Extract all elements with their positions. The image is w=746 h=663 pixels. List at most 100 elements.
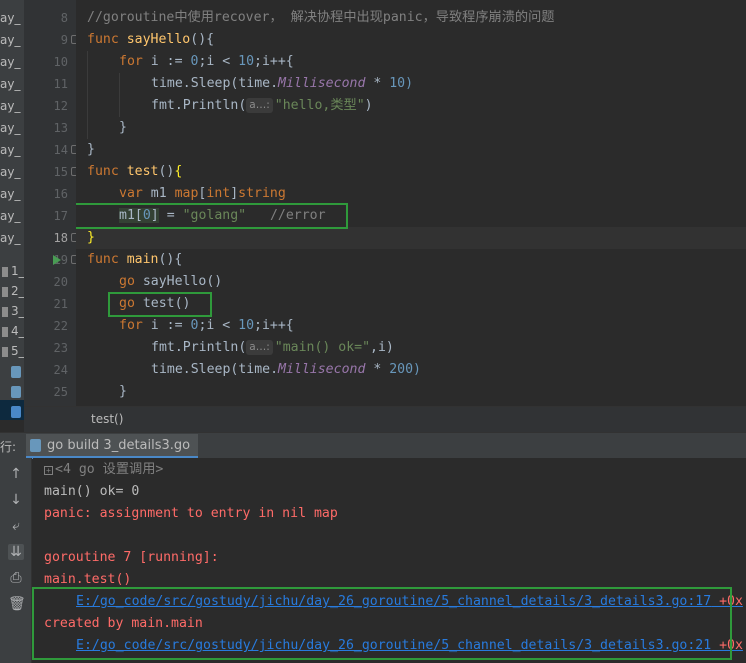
tree-item[interactable]: 5_ <box>0 340 24 362</box>
highlight-box-go-test <box>108 292 212 317</box>
console-line: main() ok= 0 <box>44 484 140 499</box>
code-line-14: } <box>87 142 95 157</box>
code-editor[interactable]: //goroutine中使用recover， 解决协程中出现panic，导致程序… <box>76 0 746 406</box>
go-file-icon <box>11 385 21 398</box>
tree-item[interactable]: 2_ <box>0 280 24 302</box>
tree-item-label: ay_ <box>0 165 21 179</box>
tree-item-label: ay_ <box>0 187 21 201</box>
run-gutter-icon[interactable] <box>53 255 61 265</box>
tree-item[interactable]: ay_ <box>0 51 24 73</box>
line-number: 20 <box>53 275 68 289</box>
line-number: 17 <box>53 209 68 223</box>
indent-guide <box>119 73 120 117</box>
tree-item[interactable]: ay_ <box>0 161 24 183</box>
tree-item-label: ay_ <box>0 99 21 113</box>
run-tab[interactable]: go build 3_details3.go <box>26 434 199 459</box>
code-line-11: time.Sleep(time.Millisecond * 10) <box>151 76 414 91</box>
trash-icon[interactable]: 🗑 <box>8 596 26 612</box>
code-line-16: var m1 map[int]string <box>119 186 286 201</box>
arrow-down-icon[interactable]: ↓ <box>8 492 24 508</box>
tree-item-label: 5_ <box>11 344 24 358</box>
code-line-18: } <box>87 230 95 245</box>
code-line-19: func main(){ <box>87 252 183 267</box>
tree-item[interactable]: ay_ <box>0 183 24 205</box>
tree-item[interactable]: ay_ <box>0 117 24 139</box>
line-number: 16 <box>53 187 68 201</box>
tree-item[interactable]: ay_ <box>0 7 24 29</box>
folded-label: <4 go 设置调用> <box>55 462 164 477</box>
tree-file-item[interactable] <box>0 360 24 382</box>
line-number: 14 <box>53 143 68 157</box>
tree-file-item[interactable] <box>0 380 24 402</box>
package-icon <box>2 306 8 317</box>
parameter-hint: a…: <box>246 340 273 355</box>
console-line: goroutine 7 [running]: <box>44 550 219 565</box>
package-icon <box>2 326 8 337</box>
scroll-to-end-icon[interactable]: ⇊ <box>8 544 24 560</box>
tree-item[interactable]: ay_ <box>0 73 24 95</box>
package-icon <box>2 266 8 277</box>
package-icon <box>2 286 8 297</box>
code-line-23: fmt.Println(a…: "main() ok=",i) <box>151 340 394 355</box>
go-file-icon <box>11 405 21 418</box>
tree-item-label: 4_ <box>11 324 24 338</box>
arrow-up-icon[interactable]: ↑ <box>8 466 24 482</box>
line-number: 11 <box>53 77 68 91</box>
line-number: 10 <box>53 55 68 69</box>
project-tree[interactable]: ay_ ay_ ay_ ay_ ay_ ay_ ay_ ay_ ay_ ay_ … <box>0 0 24 420</box>
run-panel-label: 行: <box>0 440 17 454</box>
tree-item-label: 3_ <box>11 304 24 318</box>
expand-icon[interactable]: + <box>44 466 53 475</box>
line-number: 8 <box>60 11 68 25</box>
go-file-icon <box>11 365 21 378</box>
tree-item[interactable]: 1_ <box>0 260 24 282</box>
line-number: 21 <box>53 297 68 311</box>
code-line-22: for i := 0;i < 10;i++{ <box>119 318 294 333</box>
code-line-12: fmt.Println(a…: "hello,类型") <box>151 98 373 113</box>
print-icon[interactable]: ⎙ <box>8 570 24 586</box>
tree-file-item-selected[interactable] <box>0 400 24 420</box>
breadcrumb[interactable]: test() <box>24 406 746 432</box>
tree-item-label: ay_ <box>0 231 21 245</box>
run-tab-title: go build 3_details3.go <box>47 437 191 453</box>
line-number: 13 <box>53 121 68 135</box>
current-line-highlight <box>76 227 746 249</box>
tree-item[interactable]: ay_ <box>0 205 24 227</box>
line-number: 23 <box>53 341 68 355</box>
tree-item-label: 1_ <box>11 264 24 278</box>
tree-item-label: ay_ <box>0 55 21 69</box>
tree-item-label: ay_ <box>0 121 21 135</box>
run-panel-header: 行: go build 3_details3.go <box>0 432 746 459</box>
parameter-hint: a…: <box>246 98 273 113</box>
folded-lines[interactable]: + <4 go 设置调用> <box>44 459 163 481</box>
code-line-15: func test(){ <box>87 164 183 179</box>
code-line-10: for i := 0;i < 10;i++{ <box>119 54 294 69</box>
tree-item[interactable]: 3_ <box>0 300 24 322</box>
tree-item[interactable]: ay_ <box>0 95 24 117</box>
line-number: 25 <box>53 385 68 399</box>
tree-item-label: ay_ <box>0 209 21 223</box>
code-line-13: } <box>119 120 127 135</box>
line-number: 22 <box>53 319 68 333</box>
code-line-8: //goroutine中使用recover， 解决协程中出现panic，导致程序… <box>87 10 555 25</box>
code-line-9: func sayHello(){ <box>87 32 215 47</box>
tree-item-label: ay_ <box>0 77 21 91</box>
tree-item[interactable]: ay_ <box>0 29 24 51</box>
tree-item-label: ay_ <box>0 33 21 47</box>
tree-item[interactable]: 4_ <box>0 320 24 342</box>
tree-item[interactable]: ay_ <box>0 139 24 161</box>
code-line-24: time.Sleep(time.Millisecond * 200) <box>151 362 421 377</box>
package-icon <box>2 346 8 357</box>
line-number: 24 <box>53 363 68 377</box>
run-side-toolbar: ↑ ↓ ⤶ ⇊ ⎙ 🗑 <box>0 458 32 663</box>
indent-guide <box>87 51 88 139</box>
breadcrumb-item[interactable]: test() <box>91 412 123 426</box>
code-line-25: } <box>119 384 127 399</box>
highlight-box-stack-trace <box>32 587 732 660</box>
line-number-current: 18 <box>53 231 68 245</box>
code-line-20: go sayHello() <box>119 274 223 289</box>
tree-item[interactable]: ay_ <box>0 227 24 249</box>
highlight-box-error-line <box>76 203 348 229</box>
soft-wrap-icon[interactable]: ⤶ <box>8 518 24 534</box>
go-file-icon <box>30 438 41 452</box>
